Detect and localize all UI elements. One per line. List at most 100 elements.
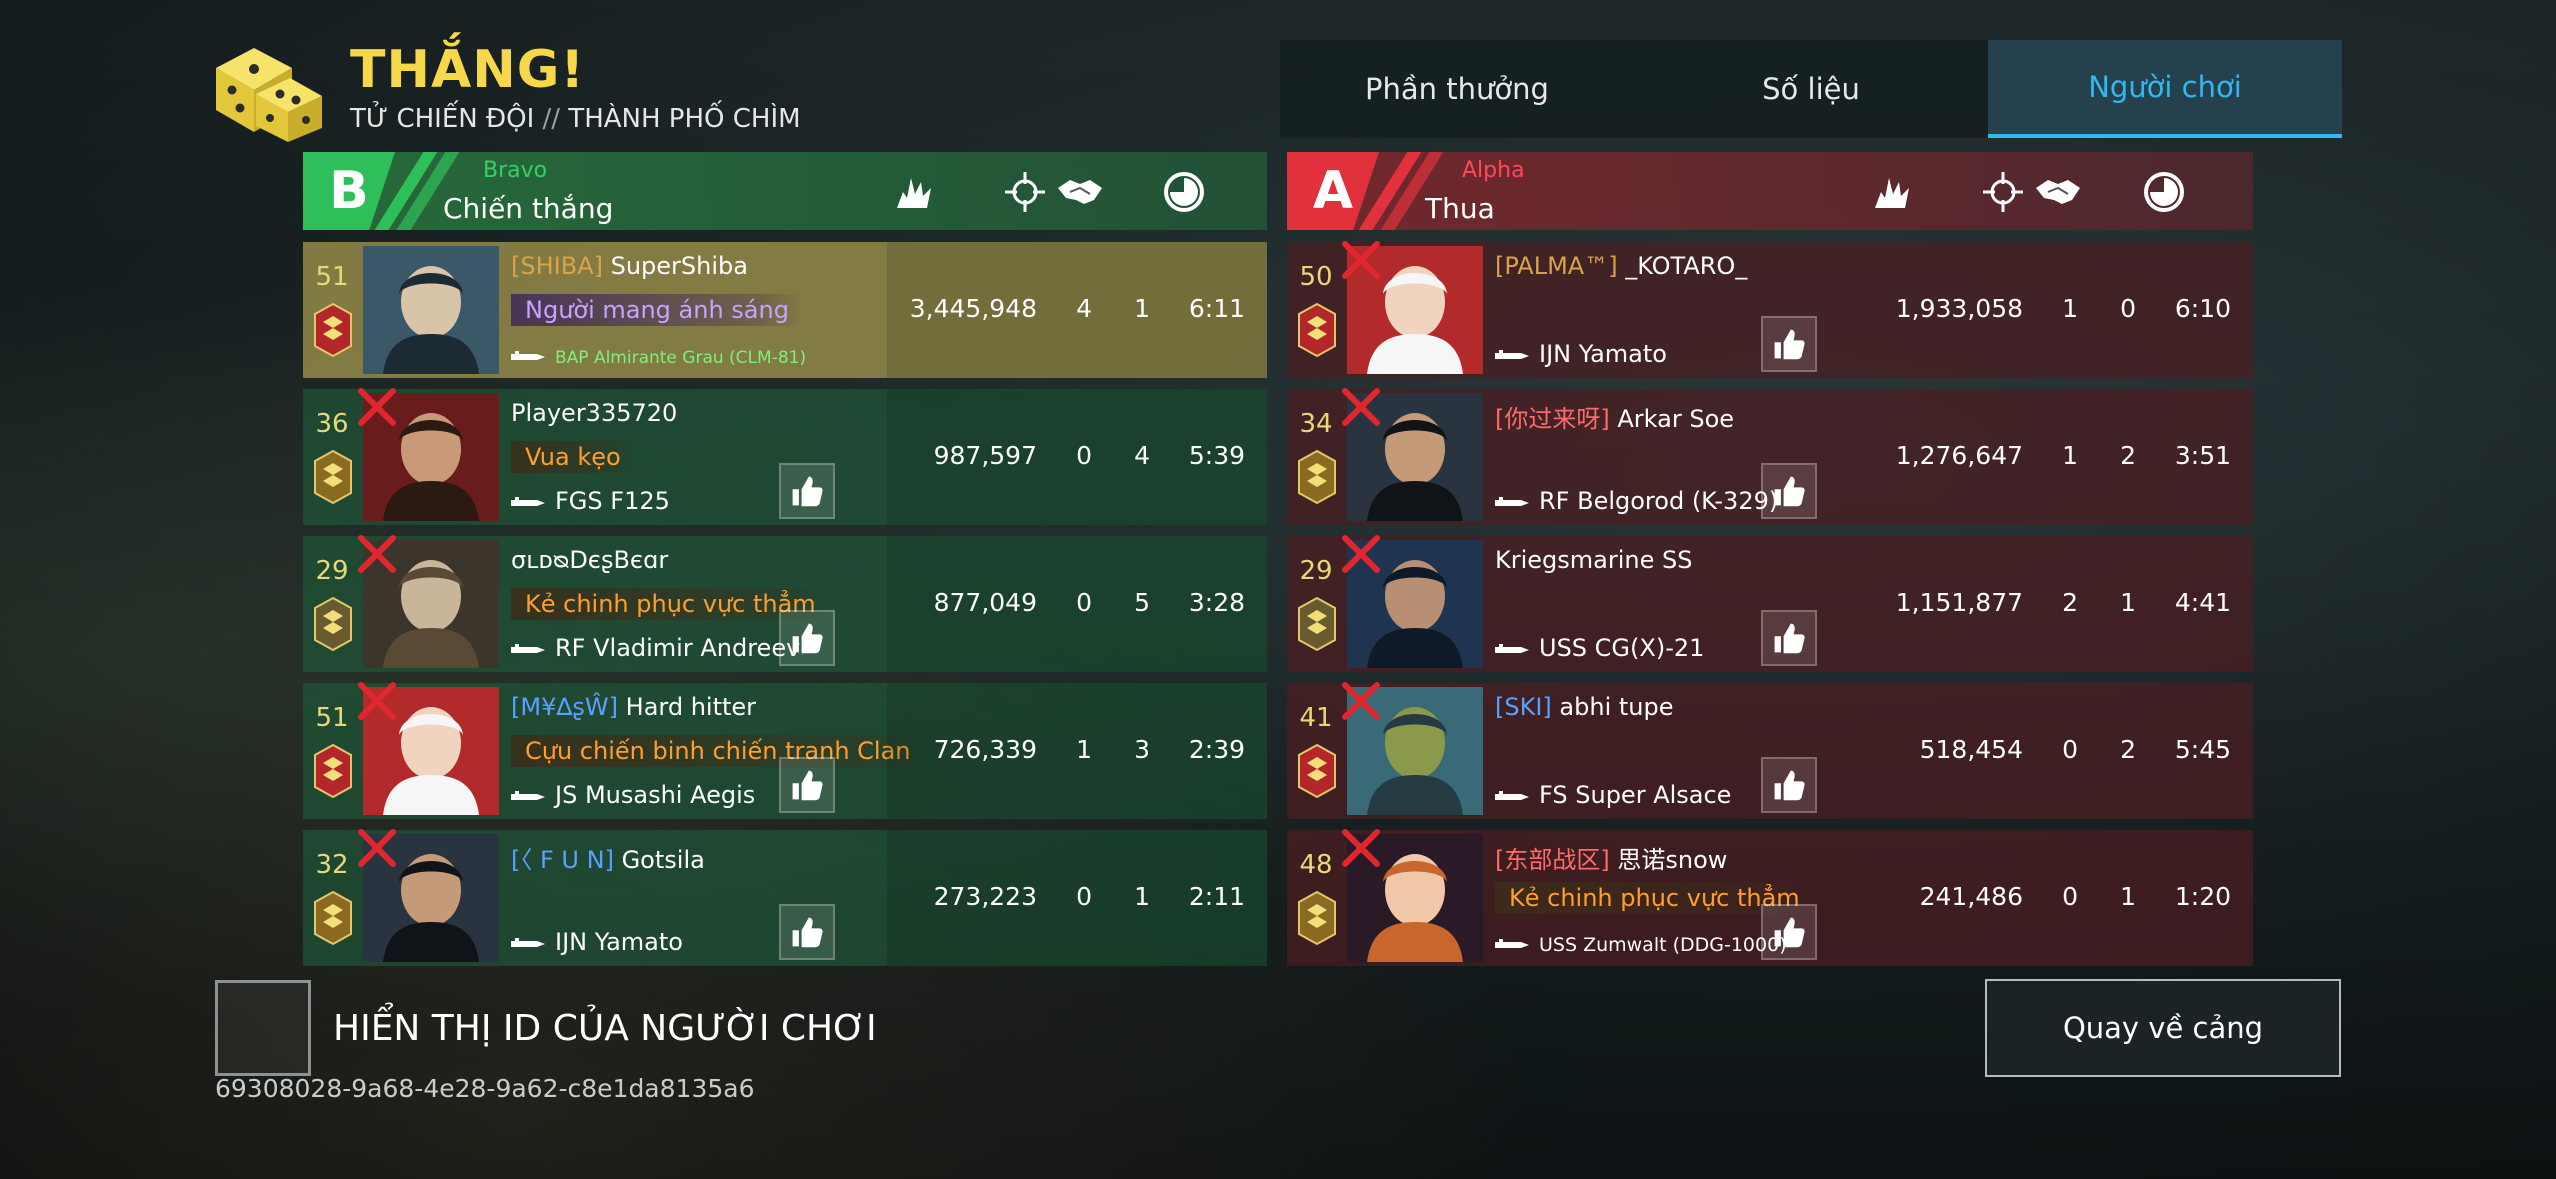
like-button[interactable] bbox=[779, 463, 835, 519]
back-to-port-button[interactable]: Quay về cảng bbox=[1985, 979, 2341, 1077]
assists-value: 1 bbox=[1134, 294, 1150, 323]
kills-crosshair-icon bbox=[1003, 170, 1047, 214]
rank-insignia-icon bbox=[313, 449, 353, 505]
time-value: 2:11 bbox=[1188, 882, 1245, 911]
ship-line: USS CG(X)-21 bbox=[1495, 634, 1704, 662]
like-button[interactable] bbox=[1761, 757, 1817, 813]
match-result-title: THẮNG! bbox=[350, 40, 586, 100]
player-name: _KOTARO_ bbox=[1625, 252, 1748, 280]
time-value: 4:41 bbox=[2174, 588, 2231, 617]
player-id: 69308028-9a68-4e28-9a62-c8e1da8135a6 bbox=[215, 1074, 755, 1103]
score-value: 241,486 bbox=[1919, 882, 2023, 911]
score-value: 877,049 bbox=[933, 588, 1037, 617]
ship-class-icon bbox=[1495, 781, 1529, 809]
destroyed-x-icon bbox=[355, 532, 399, 576]
time-value: 2:39 bbox=[1188, 735, 1245, 764]
ship-class-icon bbox=[1495, 340, 1529, 368]
dice-icon bbox=[216, 48, 322, 142]
ship-name: RF Belgorod (K-329) bbox=[1539, 487, 1779, 515]
like-button[interactable] bbox=[1761, 904, 1817, 960]
player-level: 51 bbox=[315, 703, 349, 733]
like-button[interactable] bbox=[779, 757, 835, 813]
assists-value: 1 bbox=[2120, 882, 2136, 911]
ship-line: IJN Yamato bbox=[1495, 340, 1667, 368]
rank-insignia-icon bbox=[1297, 449, 1337, 505]
time-clock-icon bbox=[2142, 170, 2186, 214]
like-button[interactable] bbox=[1761, 316, 1817, 372]
tab-rewards[interactable]: Phần thưởng bbox=[1280, 40, 1634, 138]
stat-columns: 987,597 0 4 5:39 bbox=[887, 389, 1267, 525]
team-name: Alpha bbox=[1462, 158, 1525, 183]
assists-value: 1 bbox=[1134, 882, 1150, 911]
player-name-line: σʟᴅᴓDєʂBєɑr bbox=[511, 546, 668, 574]
ship-line: FS Super Alsace bbox=[1495, 781, 1731, 809]
player-name: σʟᴅᴓDєʂBєɑr bbox=[511, 546, 669, 574]
ship-line: JS Musashi Aegis bbox=[511, 781, 755, 809]
rank-insignia-icon bbox=[313, 596, 353, 652]
assists-value: 0 bbox=[2120, 294, 2136, 323]
ship-name: USS CG(X)-21 bbox=[1539, 634, 1705, 662]
like-button[interactable] bbox=[779, 904, 835, 960]
player-row[interactable]: 51 [SHIBA] SuperShiba Người mang ánh sáng B… bbox=[303, 242, 1267, 378]
player-row[interactable]: 36 Player335720 Vua kẹo FGS F125 987,597 0 4 5:… bbox=[303, 388, 1267, 525]
like-button[interactable] bbox=[1761, 610, 1817, 666]
time-value: 6:11 bbox=[1188, 294, 1245, 323]
ship-line: IJN Yamato bbox=[511, 928, 683, 956]
ship-class-icon bbox=[511, 928, 545, 956]
player-name-line: Player335720 bbox=[511, 399, 677, 427]
score-value: 3,445,948 bbox=[909, 294, 1037, 323]
ship-name: JS Musashi Aegis bbox=[555, 781, 756, 809]
player-row[interactable]: 50 [PALMA™] _KOTARO_ IJN Yamato 1,933,058 1 0… bbox=[1287, 241, 2253, 378]
team-header: A Alpha Thua bbox=[1287, 152, 2253, 230]
time-clock-icon bbox=[1162, 170, 1206, 214]
player-row[interactable]: 34 [你过来呀] Arkar Soe RF Belgorod (K-329) 1,2… bbox=[1287, 388, 2253, 525]
tab-statistics[interactable]: Số liệu bbox=[1634, 40, 1988, 138]
separator: // bbox=[542, 104, 561, 134]
kills-value: 0 bbox=[2062, 735, 2078, 764]
ship-name: FS Super Alsace bbox=[1539, 781, 1732, 809]
show-id-checkbox[interactable] bbox=[215, 980, 311, 1076]
result-tabs: Phần thưởng Số liệu Người chơi bbox=[1280, 40, 2342, 138]
player-row[interactable]: 29 Kriegsmarine SS USS CG(X)-21 1,151,877 2 1… bbox=[1287, 535, 2253, 672]
destroyed-x-icon bbox=[1339, 826, 1383, 870]
kills-value: 0 bbox=[1076, 882, 1092, 911]
score-value: 987,597 bbox=[933, 441, 1037, 470]
destroyed-x-icon bbox=[1339, 238, 1383, 282]
player-name: Kriegsmarine SS bbox=[1495, 546, 1693, 574]
score-value: 1,933,058 bbox=[1895, 294, 2023, 323]
team-result: Chiến thắng bbox=[443, 192, 614, 225]
player-list: 50 [PALMA™] _KOTARO_ IJN Yamato 1,933,058 1 0… bbox=[1287, 241, 2253, 966]
rank-insignia-icon bbox=[1297, 596, 1337, 652]
team-name: Bravo bbox=[483, 158, 548, 183]
ship-line: RF Belgorod (K-329) bbox=[1495, 487, 1778, 515]
tab-players[interactable]: Người chơi bbox=[1988, 40, 2342, 138]
player-row[interactable]: 29 σʟᴅᴓDєʂBєɑr Kẻ chinh phục vực thẳm RF Vl… bbox=[303, 535, 1267, 672]
player-name: SuperShiba bbox=[610, 252, 748, 280]
map-name: THÀNH PHỐ CHÌM bbox=[568, 104, 801, 134]
time-value: 1:20 bbox=[2174, 882, 2231, 911]
player-level: 29 bbox=[315, 556, 349, 586]
clan-tag: [SKI] bbox=[1495, 693, 1552, 721]
ship-class-icon bbox=[511, 781, 545, 809]
rank-insignia-icon bbox=[313, 890, 353, 946]
kills-value: 1 bbox=[2062, 294, 2078, 323]
stat-columns: 1,151,877 2 1 4:41 bbox=[1873, 536, 2253, 672]
score-value: 518,454 bbox=[1919, 735, 2023, 764]
stat-columns: 726,339 1 3 2:39 bbox=[887, 683, 1267, 819]
match-mode-map: TỬ CHIẾN ĐỘI // THÀNH PHỐ CHÌM bbox=[350, 104, 801, 134]
player-row[interactable]: 32 [〈 F U N] Gotsila IJN Yamato 273,223 0 1 2:… bbox=[303, 829, 1267, 966]
assists-value: 5 bbox=[1134, 588, 1150, 617]
player-row[interactable]: 48 [东部战区] 思诺snow Kẻ chinh phục vực thẳm USS… bbox=[1287, 829, 2253, 966]
ship-class-icon bbox=[511, 348, 545, 368]
assists-value: 4 bbox=[1134, 441, 1150, 470]
like-button[interactable] bbox=[779, 610, 835, 666]
assists-value: 2 bbox=[2120, 735, 2136, 764]
player-row[interactable]: 41 [SKI] abhi tupe FS Super Alsace 518,454 0… bbox=[1287, 682, 2253, 819]
like-button[interactable] bbox=[1761, 463, 1817, 519]
ship-line: USS Zumwalt (DDG-1000) bbox=[1495, 934, 1787, 956]
rank-insignia-icon bbox=[313, 302, 353, 358]
assists-value: 3 bbox=[1134, 735, 1150, 764]
ship-class-icon bbox=[1495, 634, 1529, 662]
kills-value: 0 bbox=[2062, 882, 2078, 911]
player-row[interactable]: 51 [M¥∆ʂŴ] Hard hitter Cựu chiến binh chiế… bbox=[303, 682, 1267, 819]
